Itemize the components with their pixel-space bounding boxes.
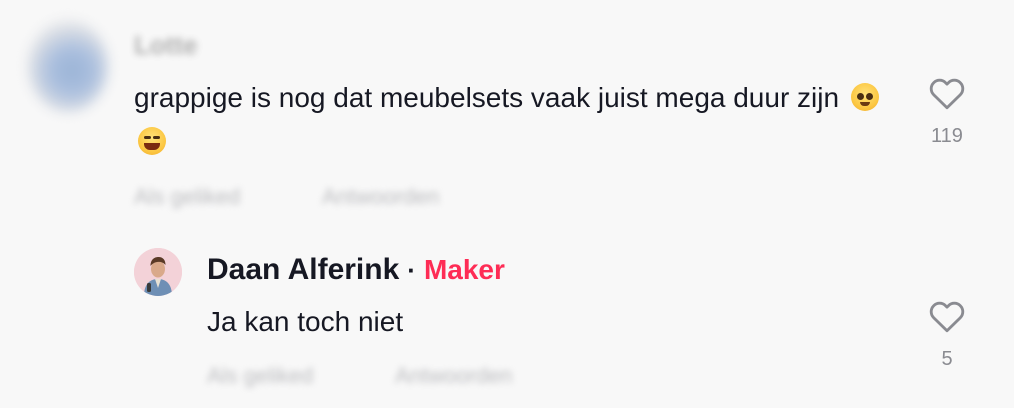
- reply-button[interactable]: Antwoorden: [322, 184, 439, 210]
- avatar[interactable]: [28, 20, 108, 112]
- like-count: 119: [931, 125, 963, 147]
- creator-badge: Maker: [423, 254, 505, 285]
- heart-outline-icon: [929, 78, 965, 110]
- reply-header: Daan Alferink · Maker: [207, 253, 505, 287]
- heart-outline-icon: [929, 301, 965, 333]
- liked-by-creator-label: Als geliked: [207, 363, 314, 388]
- like-count: 5: [941, 348, 953, 370]
- liked-by-creator-label: Als geliked: [134, 184, 241, 209]
- separator-dot: ·: [407, 255, 416, 285]
- comment-text: Ja kan toch niet: [207, 306, 404, 337]
- profile-photo: [134, 248, 182, 296]
- comments-section: Lotte grappige is nog dat meubelsets vaa…: [0, 0, 1014, 408]
- like-button[interactable]: 119: [927, 75, 967, 148]
- like-button[interactable]: 5: [927, 298, 967, 371]
- comment-username[interactable]: Daan Alferink: [207, 253, 399, 287]
- comment-text-body: grappige is nog dat meubelsets vaak juis…: [134, 82, 840, 113]
- avatar[interactable]: [134, 248, 182, 296]
- reply-button[interactable]: Antwoorden: [395, 363, 512, 389]
- pleading-face-emoji: [850, 83, 879, 111]
- comment-username[interactable]: Lotte: [134, 30, 198, 61]
- face-with-tears-of-joy-emoji: [138, 127, 166, 155]
- comment-text: grappige is nog dat meubelsets vaak juis…: [134, 76, 904, 164]
